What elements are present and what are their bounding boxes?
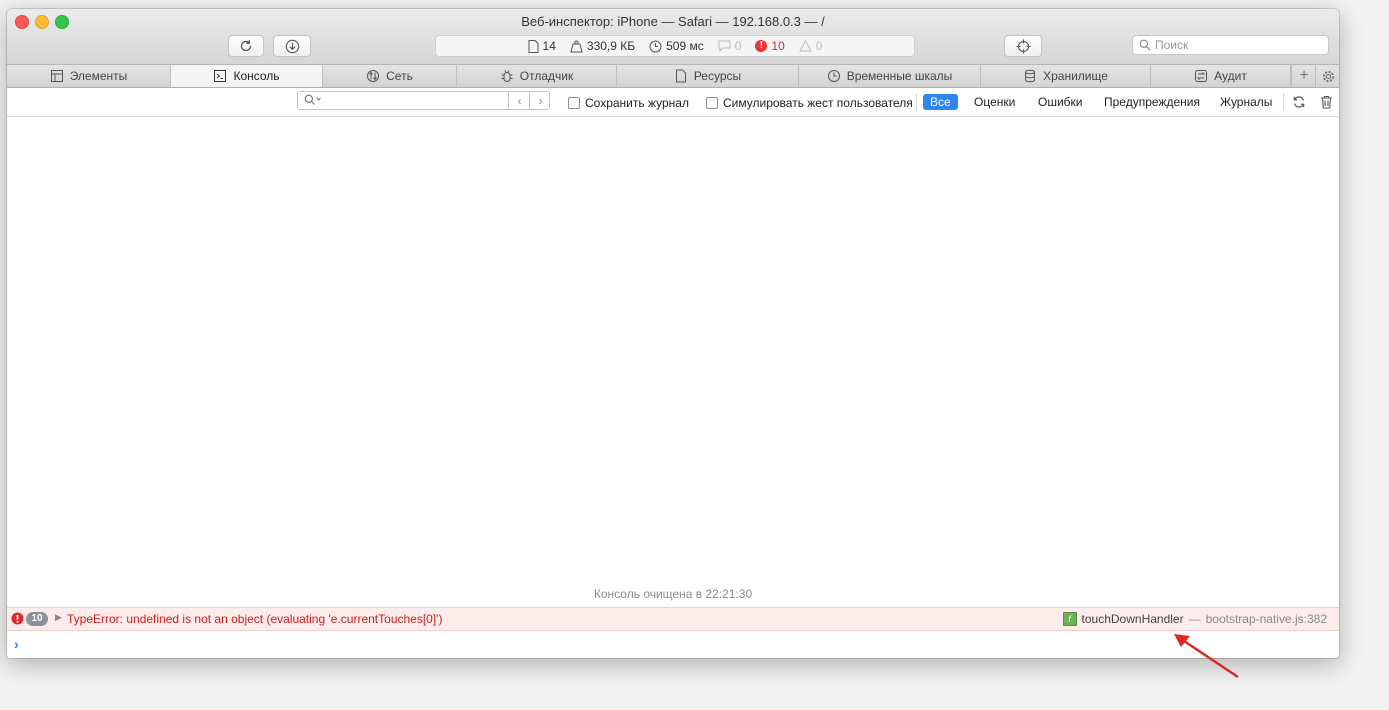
add-tab-button[interactable]: + — [1291, 65, 1316, 87]
console-error-message[interactable]: 10 ▶ TypeError: undefined is not an obje… — [7, 607, 1339, 631]
log-count-value: 0 — [734, 39, 742, 53]
plus-icon: + — [1299, 67, 1309, 84]
window-title: Веб-инспектор: iPhone — Safari — 192.168… — [521, 14, 825, 29]
console-filter-input[interactable]: ‹ › — [297, 91, 550, 110]
resource-size-value: 330,9 КБ — [586, 39, 636, 53]
resources-icon — [675, 69, 686, 83]
reload-icon — [240, 40, 252, 52]
inspect-button[interactable] — [1004, 35, 1042, 57]
tab-console-label: Консоль — [233, 69, 280, 83]
tab-audit[interactable]: Аудит — [1151, 65, 1291, 87]
clear-console-button[interactable] — [1318, 94, 1334, 110]
filter-evaluations[interactable]: Оценки — [967, 94, 1022, 110]
repeat-count-badge: 10 — [26, 612, 48, 626]
tab-network[interactable]: Сеть — [323, 65, 457, 87]
expand-triangle-icon[interactable]: ▶ — [55, 612, 62, 623]
elements-icon — [50, 70, 63, 82]
preserve-log-label: Сохранить журнал — [585, 96, 689, 110]
filter-logs[interactable]: Журналы — [1213, 94, 1279, 110]
prompt-chevron-icon: › — [14, 636, 19, 652]
reload-console-button[interactable] — [1291, 94, 1307, 110]
log-count[interactable]: 0 — [718, 39, 742, 53]
document-icon — [528, 39, 539, 53]
search-input[interactable]: Поиск — [1132, 35, 1329, 55]
previous-match-button[interactable]: ‹ — [508, 91, 530, 110]
title-bar: Веб-инспектор: iPhone — Safari — 192.168… — [7, 9, 1339, 65]
chevron-left-icon: ‹ — [517, 93, 522, 108]
tab-console[interactable]: Консоль — [171, 65, 323, 87]
console-icon — [214, 70, 227, 82]
trash-icon — [1320, 95, 1332, 109]
tab-debugger-label: Отладчик — [519, 69, 574, 83]
tab-timelines-label: Временные шкалы — [846, 69, 953, 83]
tab-network-label: Сеть — [386, 69, 413, 83]
tab-audit-label: Аудит — [1214, 69, 1247, 83]
tab-storage[interactable]: Хранилище — [981, 65, 1151, 87]
resource-size[interactable]: 330,9 КБ — [570, 39, 635, 53]
network-icon — [367, 70, 380, 82]
function-name[interactable]: touchDownHandler — [1082, 612, 1184, 626]
audit-icon — [1195, 70, 1208, 82]
checkbox-box[interactable] — [568, 97, 580, 109]
crosshair-icon — [1016, 39, 1030, 53]
warning-icon — [798, 40, 812, 52]
error-count[interactable]: ! 10 — [755, 39, 785, 53]
tab-elements[interactable]: Элементы — [7, 65, 171, 87]
storage-icon — [1025, 69, 1036, 83]
emulate-gesture-label: Симулировать жест пользователя — [723, 96, 913, 110]
filter-warnings[interactable]: Предупреждения — [1097, 94, 1207, 110]
tab-timelines[interactable]: Временные шкалы — [799, 65, 981, 87]
console-filter-bar: ‹ › Сохранить журнал Симулировать жест п… — [7, 88, 1339, 117]
search-icon — [1139, 39, 1151, 51]
checkbox-box[interactable] — [706, 97, 718, 109]
resource-count[interactable]: 14 — [528, 39, 556, 53]
refresh-icon — [1293, 96, 1305, 108]
weight-icon — [570, 40, 583, 52]
function-icon: f — [1062, 612, 1077, 626]
tab-storage-label: Хранилище — [1043, 69, 1108, 83]
download-button[interactable] — [273, 35, 311, 57]
tab-bar: Элементы Консоль Сеть Отладчик Ресурсы В… — [7, 65, 1339, 88]
call-location[interactable]: f touchDownHandler — bootstrap-native.js… — [1062, 612, 1327, 626]
location-separator: — — [1188, 612, 1201, 626]
console-prompt[interactable]: › — [14, 636, 19, 652]
timelines-icon — [827, 70, 840, 82]
download-icon — [285, 39, 299, 53]
error-icon — [11, 612, 24, 625]
error-icon: ! — [755, 40, 768, 52]
tab-resources[interactable]: Ресурсы — [617, 65, 799, 87]
resource-count-value: 14 — [542, 39, 556, 53]
divider — [1283, 93, 1284, 111]
divider — [916, 93, 917, 111]
tab-debugger[interactable]: Отладчик — [457, 65, 617, 87]
error-message-text[interactable]: TypeError: undefined is not an object (e… — [67, 612, 442, 626]
activity-viewer: 14 330,9 КБ 509 мс 0 ! 10 0 — [435, 35, 915, 57]
warning-count[interactable]: 0 — [798, 39, 823, 53]
tab-resources-label: Ресурсы — [693, 69, 742, 83]
chevron-right-icon: › — [538, 93, 543, 108]
warning-count-value: 0 — [815, 39, 823, 53]
clock-icon — [649, 40, 662, 52]
debugger-icon — [501, 70, 513, 82]
next-match-button[interactable]: › — [529, 91, 551, 110]
web-inspector-window: Веб-инспектор: iPhone — Safari — 192.168… — [7, 9, 1339, 658]
search-placeholder: Поиск — [1155, 38, 1189, 52]
load-time[interactable]: 509 мс — [649, 39, 704, 53]
error-count-value: 10 — [771, 39, 785, 53]
message-icon — [718, 40, 731, 52]
filter-all[interactable]: Все — [923, 94, 958, 110]
settings-button[interactable] — [1315, 65, 1339, 87]
search-icon — [304, 94, 321, 105]
preserve-log-checkbox[interactable]: Сохранить журнал — [568, 96, 689, 110]
filter-errors[interactable]: Ошибки — [1031, 94, 1090, 110]
emulate-gesture-checkbox[interactable]: Симулировать жест пользователя — [706, 96, 913, 110]
console-cleared-message: Консоль очищена в 22:21:30 — [593, 587, 753, 601]
tab-elements-label: Элементы — [69, 69, 128, 83]
source-location-link[interactable]: bootstrap-native.js:382 — [1206, 612, 1327, 626]
load-time-value: 509 мс — [666, 39, 704, 53]
gear-icon — [1322, 70, 1334, 82]
annotation-arrow — [1174, 634, 1239, 679]
reload-button[interactable] — [228, 35, 264, 57]
